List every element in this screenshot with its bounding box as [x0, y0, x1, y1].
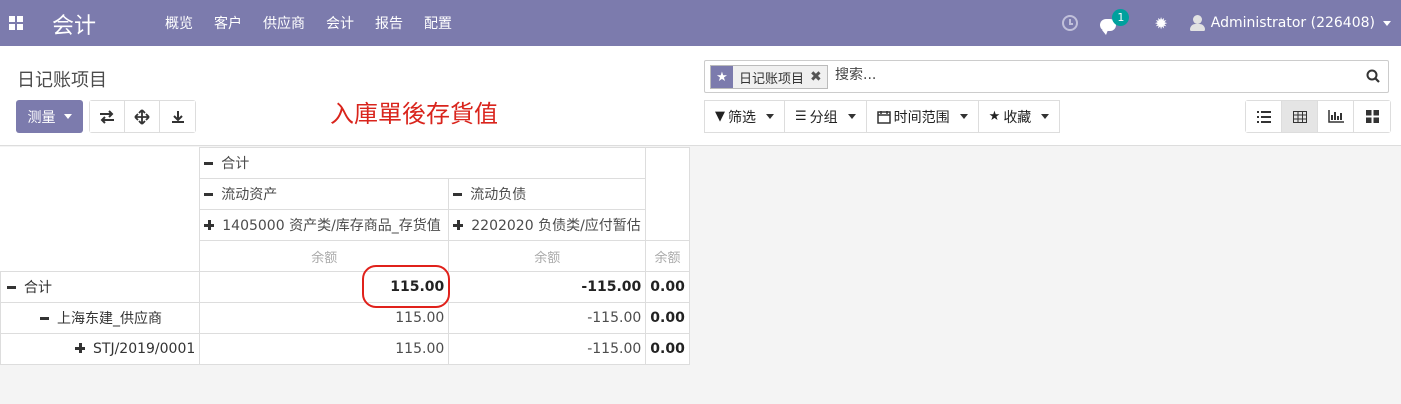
time-range-label: 时间范围	[893, 109, 950, 126]
chevron-down-icon	[959, 114, 968, 119]
menu-reports[interactable]: 报告	[375, 13, 403, 33]
filters-label: 筛选	[728, 109, 756, 126]
menu-overview[interactable]: 概览	[165, 13, 193, 33]
pivot-cell[interactable]: -115.00	[448, 333, 647, 365]
calendar-icon	[876, 110, 891, 124]
search-input[interactable]	[835, 67, 1335, 83]
apps-menu-icon[interactable]	[9, 16, 23, 30]
measure-header[interactable]: 余额	[645, 240, 690, 272]
bug-icon[interactable]: ✹	[1154, 14, 1167, 33]
download-button[interactable]	[160, 101, 195, 132]
chevron-down-icon	[1041, 114, 1050, 119]
col-header-total[interactable]: 合计	[199, 147, 647, 179]
control-panel: 日记账项目 测量 入庫單後存貨值 ★ 日记账项目 ✖ ▼ 筛选 ☰	[0, 46, 1401, 146]
view-switcher	[1245, 100, 1391, 133]
dashboard-view-button[interactable]	[1354, 101, 1390, 132]
search-bar[interactable]: ★ 日记账项目 ✖	[704, 60, 1389, 93]
table-row: STJ/2019/0001 115.00 -115.00 0.00	[0, 333, 690, 365]
menu-customers[interactable]: 客户	[214, 13, 242, 33]
star-icon: ★	[988, 109, 1001, 124]
menu-configuration[interactable]: 配置	[424, 13, 452, 33]
favorites-button[interactable]: ★ 收藏	[977, 100, 1061, 133]
menu-accounting[interactable]: 会计	[326, 13, 354, 33]
expand-all-button[interactable]	[125, 101, 160, 132]
grid-icon	[1365, 110, 1379, 123]
chevron-down-icon	[847, 114, 856, 119]
close-icon[interactable]: ✖	[810, 69, 827, 85]
navbar-systray: 1 ✹ Administrator (226408)	[1062, 0, 1391, 46]
col-header-total-spacer	[645, 147, 690, 241]
filter-icon: ▼	[715, 109, 725, 124]
measure-header[interactable]: 余额	[448, 240, 647, 272]
messaging-menu[interactable]: 1	[1100, 9, 1130, 35]
pivot-view-button[interactable]	[1282, 101, 1318, 132]
search-options: ▼ 筛选 ☰ 分组 时间范围 ★ 收藏	[704, 100, 1061, 133]
row-header-total[interactable]: 合计	[0, 271, 201, 303]
download-icon	[171, 110, 184, 123]
chevron-down-icon	[63, 114, 72, 119]
top-navbar: 会计 概览 客户 供应商 会计 报告 配置 1 ✹ Administrator …	[0, 0, 1401, 46]
chat-count-badge: 1	[1112, 9, 1130, 26]
pivot-cell[interactable]: 0.00	[645, 302, 690, 334]
measures-label: 测量	[27, 109, 56, 126]
group-by-label: 分组	[809, 109, 838, 126]
list-icon	[1256, 110, 1271, 123]
col-header-account-1405000[interactable]: 1405000 资产类/库存商品_存货值	[199, 209, 450, 241]
bars-icon: ☰	[795, 109, 807, 124]
time-range-button[interactable]: 时间范围	[865, 100, 979, 133]
search-icon[interactable]	[1366, 69, 1380, 83]
filters-button[interactable]: ▼ 筛选	[704, 100, 785, 133]
col-header-account-2202020[interactable]: 2202020 负债类/应付暂估	[448, 209, 647, 241]
table-row: 上海东建_供应商 115.00 -115.00 0.00	[0, 302, 690, 334]
flip-axis-icon	[100, 109, 114, 124]
list-view-button[interactable]	[1246, 101, 1282, 132]
graph-view-button[interactable]	[1318, 101, 1354, 132]
pivot-corner	[0, 147, 201, 272]
row-header-vendor[interactable]: 上海东建_供应商	[0, 302, 201, 334]
plus-icon	[453, 220, 464, 230]
user-avatar-icon[interactable]	[1189, 15, 1205, 31]
main-menu: 概览 客户 供应商 会计 报告 配置	[165, 0, 473, 46]
pivot-cell[interactable]: 115.00	[199, 271, 450, 303]
measures-dropdown-button[interactable]: 测量	[16, 100, 83, 133]
pivot-cell[interactable]: -115.00	[448, 271, 647, 303]
bar-chart-icon	[1327, 110, 1344, 123]
app-brand: 会计	[52, 14, 97, 39]
pivot-actions	[89, 100, 196, 133]
pivot-table: 合计 流动资产 流动负债 1405000 资产类/库存商品_存货值 220202…	[0, 147, 690, 365]
activity-clock-icon[interactable]	[1062, 15, 1079, 31]
annotation-text: 入庫單後存貨值	[330, 100, 498, 128]
col-header-current-liabilities[interactable]: 流动负债	[448, 178, 647, 210]
facet-label: 日记账项目	[739, 71, 805, 87]
pivot-cell[interactable]: 115.00	[199, 302, 450, 334]
plus-icon	[204, 220, 215, 230]
breadcrumb: 日记账项目	[17, 70, 107, 91]
table-icon	[1292, 110, 1307, 123]
col-header-current-assets[interactable]: 流动资产	[199, 178, 450, 210]
chevron-down-icon	[766, 114, 774, 119]
user-menu[interactable]: Administrator (226408)	[1211, 15, 1375, 31]
row-header-move[interactable]: STJ/2019/0001	[0, 333, 201, 365]
expand-arrows-icon	[134, 108, 150, 125]
plus-icon	[75, 343, 85, 353]
chevron-down-icon[interactable]	[1383, 20, 1391, 26]
group-by-button[interactable]: ☰ 分组	[784, 100, 867, 133]
star-icon: ★	[711, 66, 733, 88]
menu-vendors[interactable]: 供应商	[263, 13, 305, 33]
measure-header[interactable]: 余额	[199, 240, 450, 272]
pivot-cell[interactable]: -115.00	[448, 302, 647, 334]
search-facet: ★ 日记账项目 ✖	[710, 65, 828, 89]
pivot-cell[interactable]: 0.00	[645, 333, 690, 365]
table-row: 合计 115.00 -115.00 0.00	[0, 271, 690, 303]
flip-axis-button[interactable]	[90, 101, 125, 132]
favorites-label: 收藏	[1003, 109, 1032, 126]
pivot-cell[interactable]: 115.00	[199, 333, 450, 365]
pivot-cell[interactable]: 0.00	[645, 271, 690, 303]
